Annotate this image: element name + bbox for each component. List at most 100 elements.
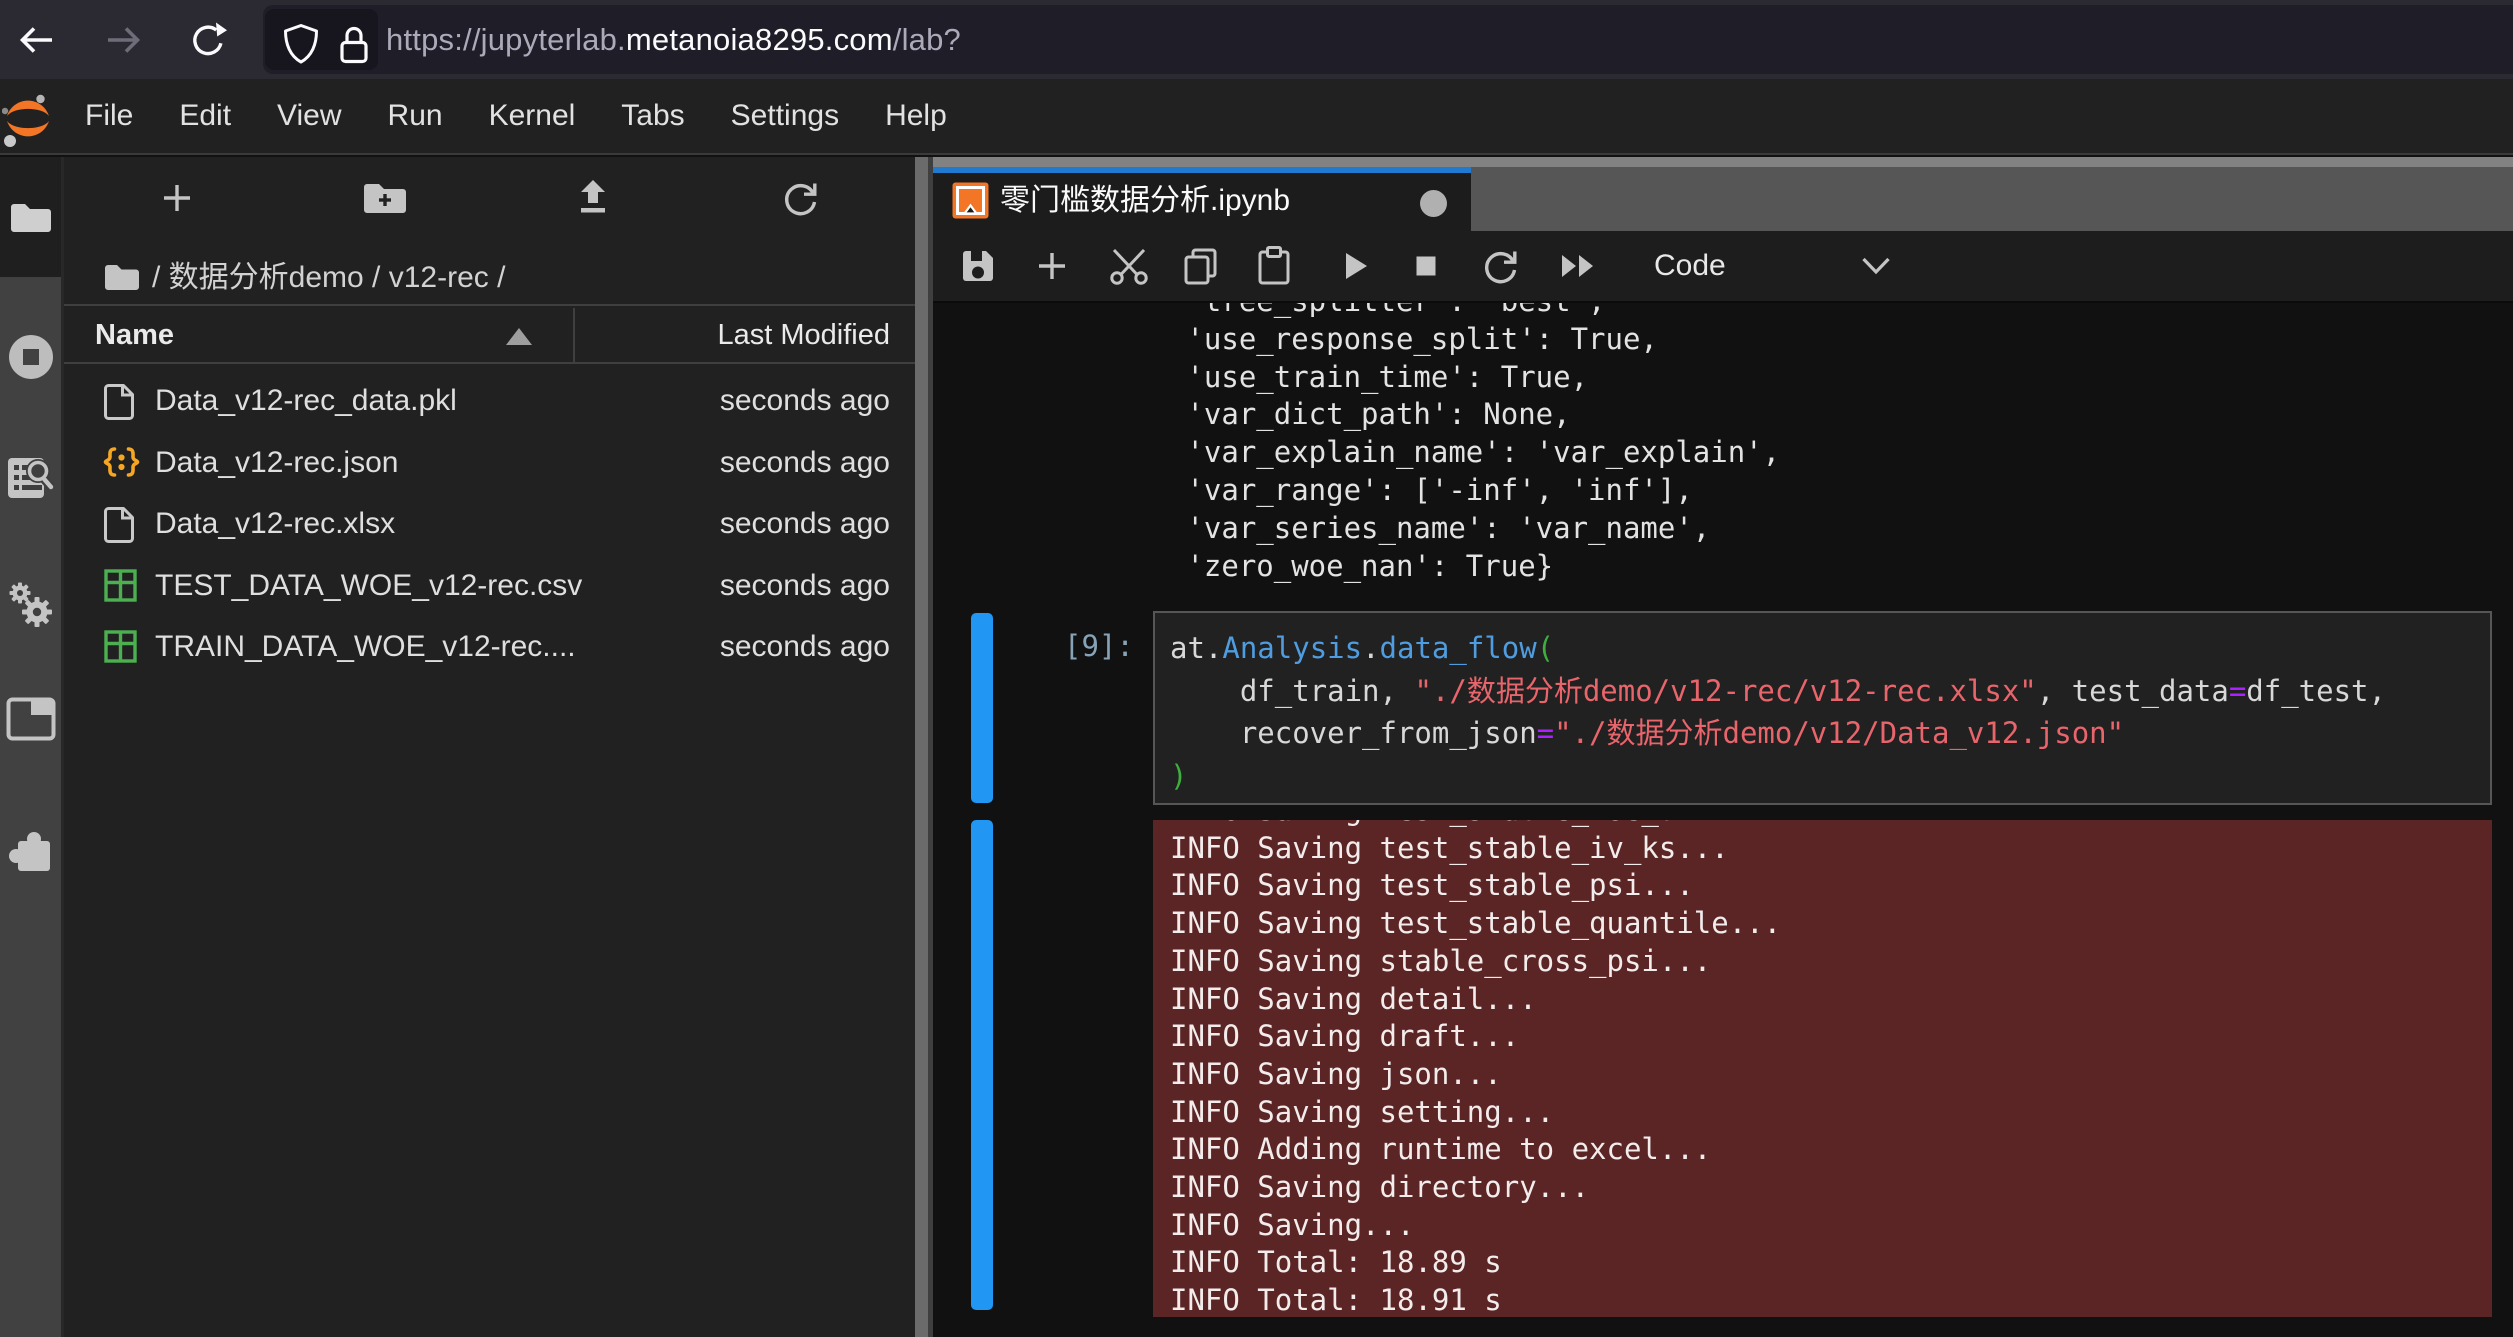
- notebook-scroll-area[interactable]: 'tree_splitter': 'best', 'use_response_s…: [933, 303, 2513, 1337]
- upload-icon: [572, 178, 614, 218]
- column-name[interactable]: Name: [95, 308, 174, 362]
- input-collapser[interactable]: [971, 613, 993, 803]
- menu-tabs[interactable]: Tabs: [598, 99, 707, 133]
- cell-execution-prompt: [9]:: [1064, 629, 1134, 663]
- csv-file-icon: [103, 568, 138, 603]
- new-launcher-button[interactable]: [73, 157, 281, 239]
- sidebar-tab-running[interactable]: [0, 333, 61, 381]
- breadcrumb[interactable]: / 数据分析demo / v12-rec /: [64, 239, 915, 306]
- file-row[interactable]: Data_v12-rec.jsonseconds ago: [64, 432, 915, 494]
- breadcrumb-folder-icon[interactable]: [103, 261, 141, 293]
- copy-cells-button[interactable]: [1180, 231, 1222, 301]
- file-row[interactable]: TRAIN_DATA_WOE_v12-rec.... seconds ago: [64, 616, 915, 678]
- menu-kernel[interactable]: Kernel: [466, 99, 599, 133]
- site-info-chip[interactable]: [265, 9, 378, 70]
- column-divider: [573, 308, 575, 362]
- lock-icon[interactable]: [337, 24, 371, 66]
- run-icon: [1335, 247, 1373, 285]
- file-file-icon: [103, 383, 136, 420]
- file-modified: seconds ago: [720, 555, 890, 616]
- file-row[interactable]: Data_v12-rec.xlsx seconds ago: [64, 493, 915, 555]
- output-collapser[interactable]: [971, 820, 993, 1310]
- inspector-icon: [6, 453, 56, 501]
- notebook-tab[interactable]: 零门槛数据分析.ipynb: [933, 167, 1471, 231]
- file-name: Data_v12-rec_data.pkl: [155, 370, 457, 431]
- browser-address-bar[interactable]: https://jupyterlab.metanoia8295.com/lab?: [263, 5, 2513, 74]
- menu-run[interactable]: Run: [365, 99, 466, 133]
- scissors-icon: [1107, 246, 1151, 286]
- plus-icon: [1033, 247, 1071, 285]
- sidebar-tab-file-browser[interactable]: [0, 157, 61, 277]
- gears-icon: [7, 581, 55, 629]
- file-name: Data_v12-rec.xlsx: [155, 493, 395, 554]
- stderr-output: INFO Saving test_stable_woe_df... INFO S…: [1153, 820, 2492, 1317]
- json-file-icon: [103, 445, 140, 479]
- breadcrumb-path: / 数据分析demo / v12-rec /: [152, 245, 505, 310]
- browser-toolbar: https://jupyterlab.metanoia8295.com/lab?: [0, 0, 2513, 79]
- back-arrow-icon: [17, 20, 57, 60]
- menu-view[interactable]: View: [254, 99, 364, 133]
- jupyterlab-menubar: FileEditViewRunKernelTabsSettingsHelp: [0, 79, 2513, 155]
- add-cell-button[interactable]: [1032, 231, 1072, 301]
- file-modified: seconds ago: [720, 370, 890, 431]
- sort-ascending-icon[interactable]: [506, 328, 532, 345]
- file-name: TEST_DATA_WOE_v12-rec.csv: [155, 555, 582, 616]
- notebook-toolbar: Code: [933, 231, 2513, 303]
- file-name: TRAIN_DATA_WOE_v12-rec....: [155, 616, 576, 677]
- paste-cells-button[interactable]: [1253, 231, 1295, 301]
- refresh-button[interactable]: [697, 157, 905, 239]
- interrupt-kernel-button[interactable]: [1406, 231, 1446, 301]
- restart-kernel-button[interactable]: [1480, 231, 1522, 301]
- notebook-tab-title: 零门槛数据分析.ipynb: [1000, 173, 1290, 231]
- save-icon: [959, 247, 997, 285]
- browser-back-button[interactable]: [17, 20, 57, 60]
- sidebar-tab-sessions[interactable]: [0, 581, 61, 629]
- csv-file-icon: [103, 629, 138, 664]
- sidebar-tab-extensions[interactable]: [0, 829, 61, 875]
- column-last-modified[interactable]: Last Modified: [718, 308, 891, 362]
- file-list-header: Name Last Modified: [64, 308, 915, 364]
- jupyter-logo: [2, 90, 54, 148]
- unsaved-changes-dot[interactable]: [1420, 190, 1447, 217]
- file-list: Data_v12-rec_data.pklseconds agoData_v12…: [64, 370, 915, 678]
- menu-help[interactable]: Help: [862, 99, 970, 133]
- run-cell-button[interactable]: [1334, 231, 1374, 301]
- reload-icon: [188, 20, 228, 60]
- forward-arrow-icon: [103, 20, 143, 60]
- tab-bar-top-strip: [933, 157, 2513, 167]
- new-folder-button[interactable]: [281, 157, 489, 239]
- code-cell-editor[interactable]: at.Analysis.data_flow( df_train, "./数据分析…: [1153, 611, 2492, 805]
- stop-icon: [1407, 247, 1445, 285]
- menu-edit[interactable]: Edit: [156, 99, 254, 133]
- running-kernels-icon: [7, 333, 55, 381]
- refresh-icon: [781, 178, 821, 218]
- folder-icon: [9, 199, 53, 235]
- file-name: Data_v12-rec.json: [155, 432, 398, 493]
- restart-icon: [1481, 246, 1521, 286]
- sidebar-tab-table-of-contents[interactable]: [0, 697, 61, 741]
- save-button[interactable]: [958, 231, 998, 301]
- dock-tab-bar: 零门槛数据分析.ipynb: [933, 157, 2513, 231]
- previous-cell-output: 'tree_splitter': 'best', 'use_response_s…: [1169, 303, 1780, 585]
- file-row[interactable]: Data_v12-rec_data.pkl seconds ago: [64, 370, 915, 432]
- cut-cells-button[interactable]: [1106, 231, 1152, 301]
- sidebar-tab-property-inspector[interactable]: [0, 453, 61, 501]
- upload-button[interactable]: [489, 157, 697, 239]
- plus-icon: [158, 179, 196, 217]
- file-modified: seconds ago: [720, 616, 890, 677]
- copy-icon: [1181, 246, 1221, 286]
- menu-file[interactable]: File: [62, 99, 156, 133]
- cell-type-dropdown[interactable]: Code: [1654, 231, 1726, 301]
- browser-forward-button[interactable]: [103, 20, 143, 60]
- new-folder-icon: [362, 179, 408, 217]
- chevron-down-icon[interactable]: [1861, 253, 1891, 279]
- restart-run-all-button[interactable]: [1556, 231, 1600, 301]
- menu-settings[interactable]: Settings: [708, 99, 862, 133]
- browser-reload-button[interactable]: [188, 20, 228, 60]
- file-modified: seconds ago: [720, 493, 890, 554]
- layout-icon: [6, 697, 56, 741]
- file-row[interactable]: TEST_DATA_WOE_v12-rec.csv seconds ago: [64, 555, 915, 617]
- tracking-shield-icon[interactable]: [282, 23, 320, 65]
- panel-splitter[interactable]: [915, 157, 933, 1337]
- file-browser-toolbar: [64, 157, 915, 239]
